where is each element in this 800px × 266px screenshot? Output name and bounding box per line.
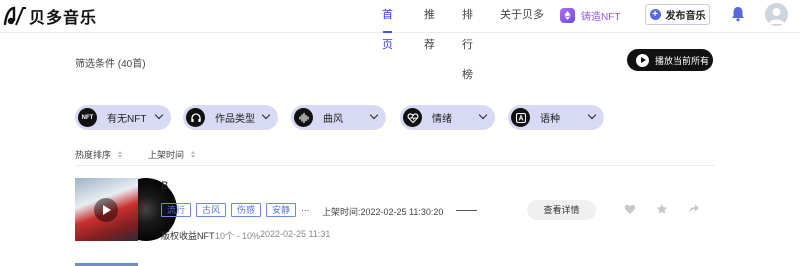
- price-placeholder-dash: [456, 210, 477, 211]
- heart-icon[interactable]: [624, 203, 636, 215]
- tag[interactable]: 流行: [161, 203, 192, 217]
- ethereum-diamond-icon: [560, 7, 575, 23]
- song-tags: 流行 古风 伤感 安静 ...: [161, 203, 309, 217]
- top-header: 贝多音乐 首页 推荐 排行榜 关于贝多 铸造NFT + 发布音乐: [0, 0, 800, 81]
- nft-badge-icon: NFT: [78, 108, 97, 127]
- filter-chip-label: 情绪: [432, 114, 452, 125]
- chevron-down-icon: [587, 110, 597, 120]
- waveform-icon: [294, 108, 313, 127]
- tag[interactable]: 安静: [266, 203, 297, 217]
- heart-pulse-icon: [403, 108, 422, 127]
- filter-chip-label: 有无NFT: [107, 114, 147, 125]
- sort-by-listed-time[interactable]: 上架时间: [148, 148, 196, 161]
- filter-chip-label: 语种: [540, 114, 560, 125]
- chevron-down-icon: [369, 110, 379, 120]
- song-cover[interactable]: [75, 178, 177, 241]
- star-icon[interactable]: [656, 203, 668, 215]
- app-name: 贝多音乐: [29, 10, 98, 27]
- sort-arrows-icon: [191, 151, 196, 158]
- user-icon: [768, 8, 785, 24]
- sort-bar: 热度排序 上架时间: [75, 148, 715, 166]
- nav-about[interactable]: 关于贝多: [500, 0, 550, 33]
- music-note-logo-icon: [3, 6, 26, 26]
- rights-label: 版权收益NFT: [161, 231, 215, 241]
- bell-icon[interactable]: [731, 6, 745, 22]
- sort-label: 上架时间: [148, 150, 185, 160]
- filter-chip-nft[interactable]: NFT 有无NFT: [75, 105, 171, 130]
- mint-nft-link[interactable]: 铸造NFT: [560, 6, 620, 24]
- sort-arrows-icon: [118, 151, 123, 158]
- chevron-down-icon: [154, 110, 164, 120]
- filter-summary: 筛选条件 (40首): [75, 59, 146, 70]
- tags-more[interactable]: ...: [301, 203, 309, 217]
- sort-by-popularity[interactable]: 热度排序: [75, 148, 123, 161]
- filter-chip-genre[interactable]: 曲风: [291, 105, 386, 130]
- user-avatar[interactable]: [765, 3, 788, 26]
- nav-charts[interactable]: 排行榜: [462, 0, 473, 81]
- plus-icon: +: [649, 9, 661, 20]
- cover-image: [75, 178, 138, 241]
- filter-chip-work-type[interactable]: 作品类型: [183, 105, 278, 130]
- play-all-label: 播放当前所有: [655, 55, 710, 66]
- song-title[interactable]: B: [161, 180, 168, 192]
- nav-home[interactable]: 首页: [382, 0, 393, 51]
- language-a-icon: [511, 108, 530, 127]
- chevron-down-icon: [261, 110, 271, 120]
- sort-label: 热度排序: [75, 150, 112, 160]
- publish-music-button[interactable]: + 发布音乐: [645, 4, 710, 25]
- filter-chip-mood[interactable]: 情绪: [400, 105, 495, 130]
- play-all-button[interactable]: 播放当前所有: [627, 49, 713, 71]
- tag[interactable]: 伤感: [231, 203, 262, 217]
- mint-nft-label: 铸造NFT: [581, 11, 621, 23]
- listed-time: 上架时间:2022-02-25 11:30:20: [322, 207, 444, 217]
- filter-chip-label: 作品类型: [215, 114, 255, 125]
- app-logo[interactable]: 贝多音乐: [2, 4, 97, 28]
- chevron-down-icon: [478, 110, 488, 120]
- filter-chip-language[interactable]: 语种: [508, 105, 604, 130]
- nav-recommend[interactable]: 推荐: [424, 0, 435, 51]
- rights-share-info: 10个 - 10%: [215, 231, 261, 241]
- play-overlay-icon[interactable]: [94, 198, 118, 222]
- view-details-button[interactable]: 查看详情: [527, 200, 596, 220]
- filter-chip-label: 曲风: [323, 114, 343, 125]
- publish-label: 发布音乐: [665, 11, 706, 22]
- play-icon: [636, 53, 649, 67]
- tag[interactable]: 古风: [196, 203, 227, 217]
- headphones-icon: [186, 108, 205, 127]
- share-icon[interactable]: [688, 203, 700, 215]
- rights-time: 2022-02-25 11:31: [260, 229, 331, 239]
